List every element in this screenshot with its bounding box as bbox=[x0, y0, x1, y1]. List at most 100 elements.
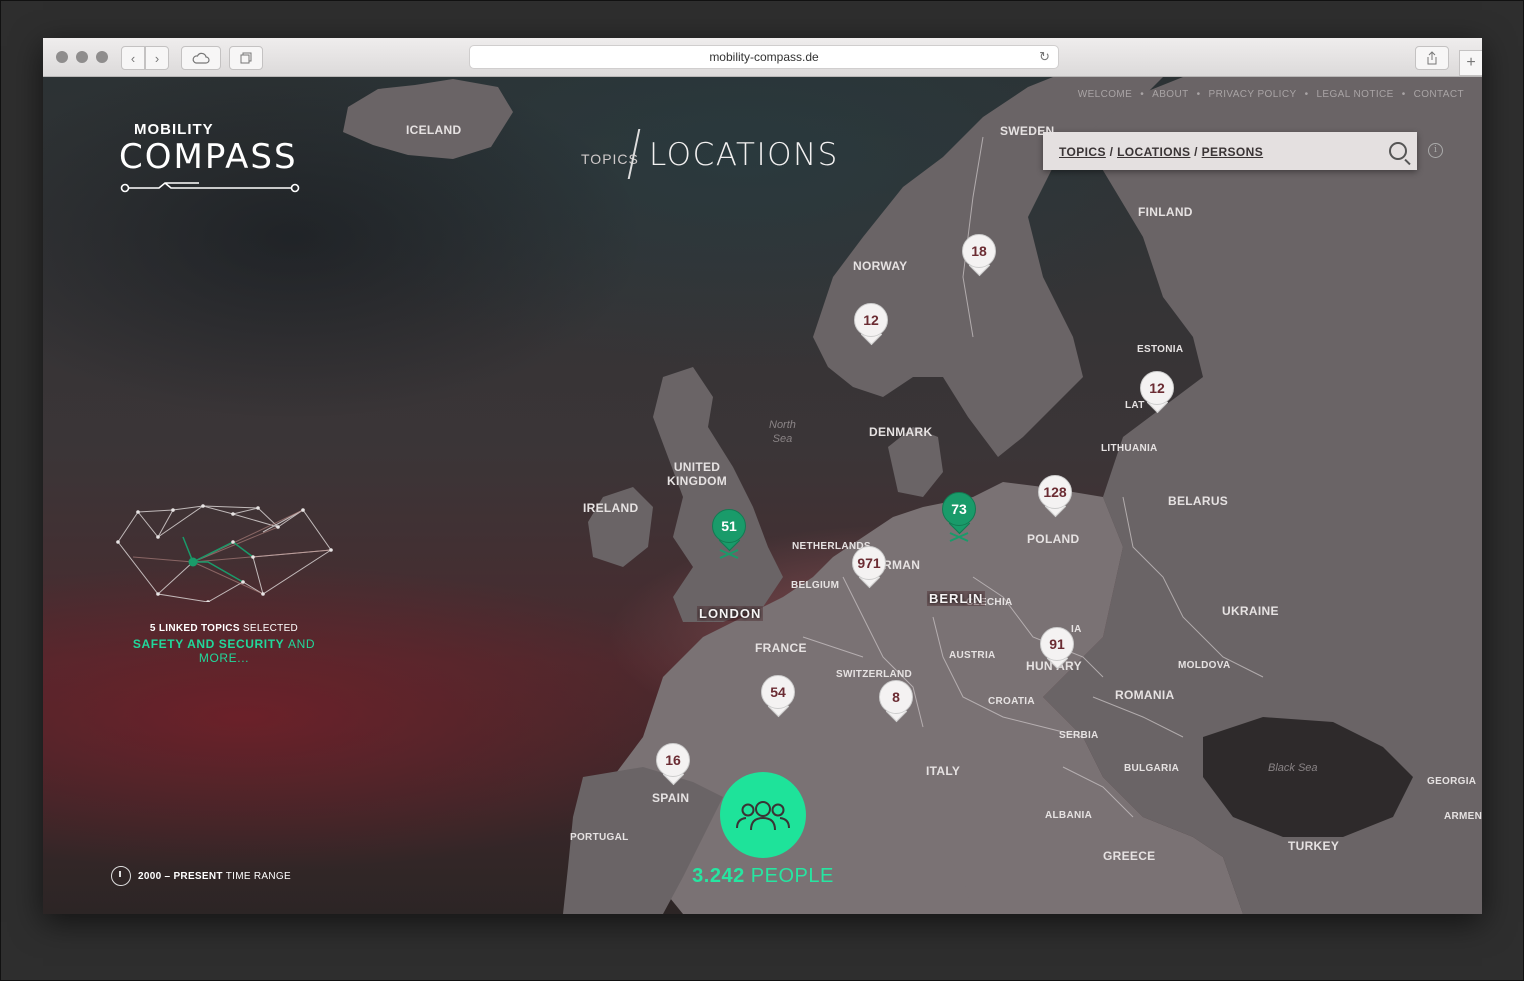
label-austria: AUSTRIA bbox=[949, 650, 996, 661]
pin-count: 12 bbox=[1140, 371, 1174, 405]
people-button[interactable] bbox=[720, 772, 806, 858]
map-pin[interactable]: 54 bbox=[761, 675, 795, 721]
map-pin-berlin[interactable]: 73 bbox=[942, 492, 976, 542]
nav-legal-notice[interactable]: LEGAL NOTICE bbox=[1316, 89, 1393, 100]
map-pin[interactable]: 971 bbox=[852, 546, 886, 592]
pin-count: 16 bbox=[656, 743, 690, 777]
label-bulgaria: BULGARIA bbox=[1124, 763, 1180, 774]
linked-topics-summary[interactable]: 5 LINKED TOPICS SELECTED SAFETY AND SECU… bbox=[109, 623, 339, 665]
search-link-locations[interactable]: LOCATIONS bbox=[1117, 145, 1190, 159]
search-links: TOPICS / LOCATIONS / PERSONS bbox=[1059, 145, 1263, 159]
cloud-icon bbox=[192, 52, 210, 64]
map-pin[interactable]: 12 bbox=[1140, 371, 1174, 417]
zoom-window-button[interactable] bbox=[96, 51, 108, 63]
share-button[interactable] bbox=[1415, 46, 1449, 70]
map-page[interactable]: WELCOME • ABOUT • PRIVACY POLICY • LEGAL NO… bbox=[43, 77, 1482, 914]
label-albania: ALBANIA bbox=[1045, 810, 1093, 821]
pin-count: 73 bbox=[942, 492, 976, 526]
pin-count: 971 bbox=[852, 546, 886, 580]
label-iceland: ICELAND bbox=[406, 123, 462, 137]
map-pin-london[interactable]: 51 bbox=[712, 509, 746, 559]
forward-button[interactable]: › bbox=[145, 46, 169, 70]
info-icon[interactable]: i bbox=[1428, 143, 1443, 158]
search-separator: / bbox=[1194, 145, 1198, 159]
nav-separator: • bbox=[1401, 89, 1406, 100]
linked-topics-selected: SELECTED bbox=[242, 623, 299, 634]
nav-separator: • bbox=[1196, 89, 1201, 100]
map-pin[interactable]: 12 bbox=[854, 303, 888, 349]
pin-count: 18 bbox=[962, 234, 996, 268]
label-finland: FINLAND bbox=[1138, 205, 1193, 219]
linked-topics-names: SAFETY AND SECURITY AND MORE... bbox=[109, 637, 339, 665]
label-black-sea: Black Sea bbox=[1268, 762, 1318, 774]
tabs-icon bbox=[240, 52, 252, 64]
people-label: PEOPLE bbox=[750, 865, 834, 887]
map-pin[interactable]: 8 bbox=[879, 680, 913, 726]
label-north-sea: North Sea bbox=[769, 419, 796, 445]
reload-icon[interactable]: ↻ bbox=[1039, 49, 1050, 65]
label-portugal: PORTUGAL bbox=[570, 832, 629, 843]
people-group-icon bbox=[736, 801, 790, 831]
topic-network-graph[interactable] bbox=[113, 502, 333, 602]
map-pin[interactable]: 128 bbox=[1038, 475, 1072, 521]
address-bar-url: mobility-compass.de bbox=[709, 50, 819, 64]
city-label-london[interactable]: LONDON bbox=[697, 606, 764, 621]
pin-count: 51 bbox=[712, 509, 746, 543]
logo-line1: MOBILITY bbox=[134, 121, 214, 138]
label-romania: ROMANIA bbox=[1115, 688, 1175, 702]
label-ukraine: UKRAINE bbox=[1222, 604, 1279, 618]
label-armenia: ARMENI bbox=[1444, 811, 1482, 822]
logo-line2: COMPASS bbox=[119, 137, 298, 177]
label-georgia: GEORGIA bbox=[1427, 776, 1477, 787]
circuit-line-icon bbox=[120, 182, 300, 193]
map-pin[interactable]: 91 bbox=[1040, 627, 1074, 673]
linked-topic-highlight: SAFETY AND SECURITY bbox=[132, 637, 285, 651]
show-tabs-button[interactable] bbox=[229, 46, 263, 70]
icloud-tabs-button[interactable] bbox=[181, 46, 221, 70]
share-icon bbox=[1427, 51, 1437, 65]
label-ireland: IRELAND bbox=[583, 501, 639, 515]
new-tab-button[interactable]: + bbox=[1459, 50, 1482, 76]
city-label-berlin[interactable]: BERLIN bbox=[927, 591, 986, 606]
label-sweden: SWEDEN bbox=[1000, 124, 1055, 138]
label-uk: UNITED KINGDOM bbox=[667, 460, 728, 488]
label-denmark: DENMARK bbox=[869, 425, 933, 439]
time-range-control[interactable]: 2000 – PRESENT TIME RANGE bbox=[111, 866, 291, 886]
label-belgium: BELGIUM bbox=[791, 580, 840, 591]
linked-topics-count-line: 5 LINKED TOPICS SELECTED bbox=[109, 623, 339, 634]
label-turkey: TURKEY bbox=[1288, 839, 1340, 853]
label-france: FRANCE bbox=[755, 641, 807, 655]
people-count: 3.242 bbox=[692, 865, 745, 887]
chevron-left-icon: ‹ bbox=[130, 50, 136, 66]
back-button[interactable]: ‹ bbox=[121, 46, 145, 70]
top-nav: WELCOME • ABOUT • PRIVACY POLICY • LEGAL NO… bbox=[1078, 89, 1464, 100]
label-spain: SPAIN bbox=[652, 791, 690, 805]
search-link-persons[interactable]: PERSONS bbox=[1202, 145, 1263, 159]
nav-privacy-policy[interactable]: PRIVACY POLICY bbox=[1209, 89, 1297, 100]
linked-topics-count: 5 LINKED TOPICS bbox=[149, 623, 240, 634]
search-box[interactable]: TOPICS / LOCATIONS / PERSONS bbox=[1043, 132, 1417, 170]
minimize-window-button[interactable] bbox=[76, 51, 88, 63]
label-moldova: MOLDOVA bbox=[1178, 660, 1231, 671]
nav-contact[interactable]: CONTACT bbox=[1414, 89, 1464, 100]
map-pin[interactable]: 18 bbox=[962, 234, 996, 280]
nav-welcome[interactable]: WELCOME bbox=[1078, 89, 1132, 100]
browser-window: ‹ › mobility-compass.de ↻ + WELCOME • AB… bbox=[43, 38, 1482, 914]
people-count-label: 3.242 PEOPLE bbox=[663, 865, 863, 888]
map-pin[interactable]: 16 bbox=[656, 743, 690, 789]
close-window-button[interactable] bbox=[56, 51, 68, 63]
label-croatia: CROATIA bbox=[988, 696, 1035, 707]
label-lithuania: LITHUANIA bbox=[1101, 443, 1158, 454]
address-bar[interactable]: mobility-compass.de ↻ bbox=[469, 45, 1059, 69]
pin-anchor-icon bbox=[949, 532, 969, 542]
plus-icon: + bbox=[1466, 54, 1476, 71]
search-link-topics[interactable]: TOPICS bbox=[1059, 145, 1106, 159]
label-norway: NORWAY bbox=[853, 259, 908, 273]
site-logo[interactable]: MOBILITY COMPASS bbox=[119, 121, 309, 193]
chevron-right-icon: › bbox=[154, 50, 160, 66]
label-poland: POLAND bbox=[1027, 532, 1080, 546]
nav-separator: • bbox=[1304, 89, 1309, 100]
nav-about[interactable]: ABOUT bbox=[1152, 89, 1188, 100]
label-estonia: ESTONIA bbox=[1137, 344, 1184, 355]
search-icon[interactable] bbox=[1389, 142, 1407, 160]
